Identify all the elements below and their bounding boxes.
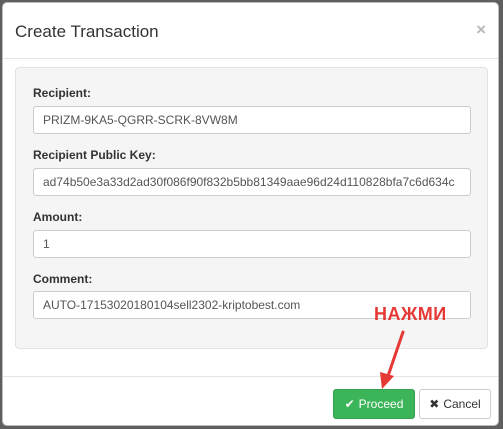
dialog-header: Create Transaction × [3,3,498,59]
public-key-label: Recipient Public Key: [33,148,156,162]
recipient-label: Recipient: [33,86,92,100]
public-key-input[interactable]: ad74b50e3a33d2ad30f086f90f832b5bb81349aa… [33,168,471,196]
x-icon: ✖ [429,397,440,411]
dialog-title: Create Transaction [15,22,159,41]
recipient-input[interactable]: PRIZM-9KA5-QGRR-SCRK-8VW8M [33,106,471,134]
footer-divider [3,376,498,377]
cancel-button[interactable]: ✖ Cancel [419,389,491,419]
cancel-label: Cancel [443,397,481,411]
close-icon[interactable]: × [476,20,486,40]
create-transaction-dialog: Create Transaction × Recipient: PRIZM-9K… [2,2,499,426]
proceed-button[interactable]: ✔ Proceed [333,389,415,419]
amount-label: Amount: [33,210,83,224]
proceed-label: Proceed [358,397,404,411]
check-icon: ✔ [344,397,355,411]
comment-label: Comment: [33,272,93,286]
annotation-text: НАЖМИ [374,304,447,324]
amount-input[interactable]: 1 [33,230,471,258]
